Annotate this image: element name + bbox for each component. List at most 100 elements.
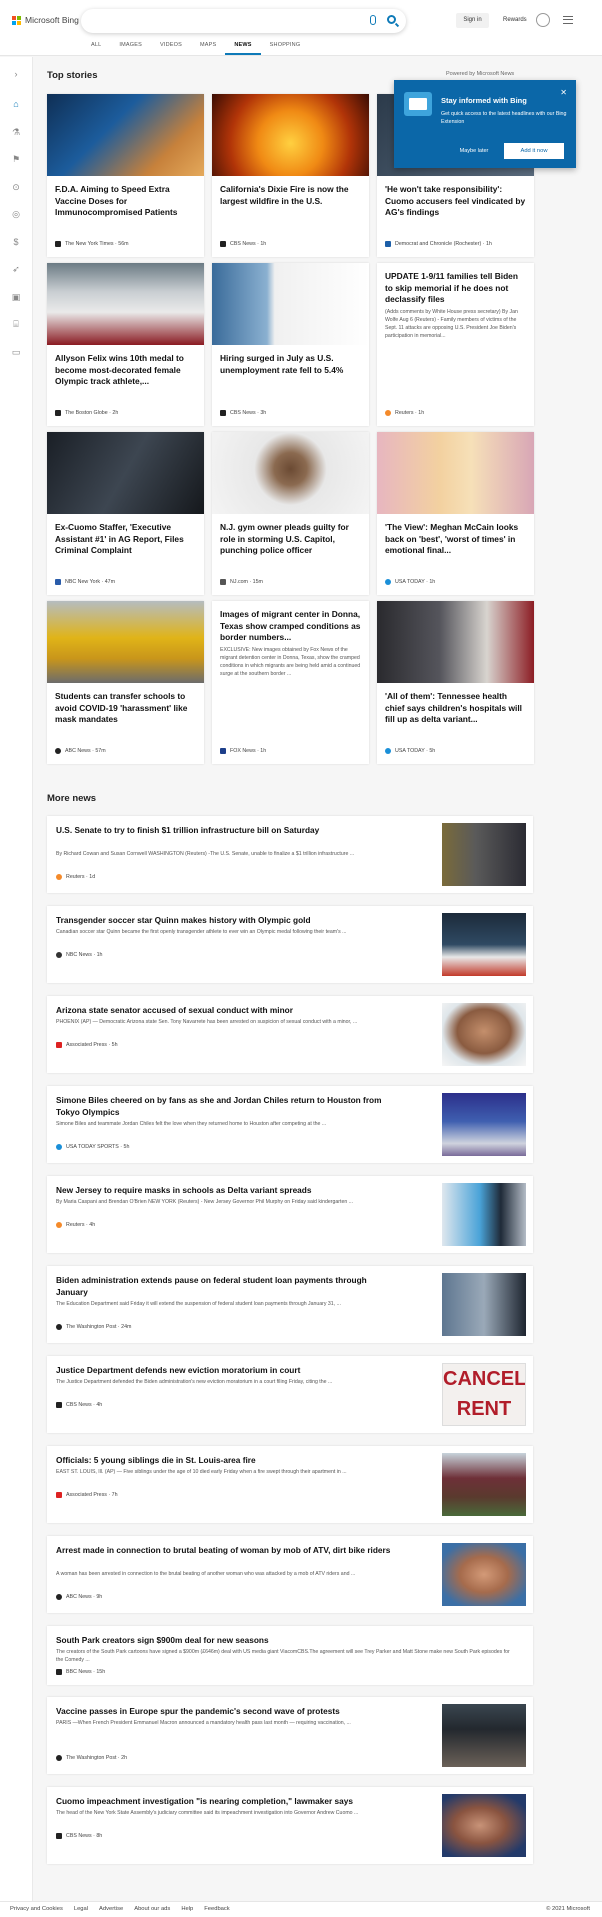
news-title[interactable]: U.S. Senate to try to finish $1 trillion… (56, 825, 396, 837)
news-item[interactable]: Justice Department defends new eviction … (47, 1356, 533, 1433)
story-title[interactable]: 'He won't take responsibility': Cuomo ac… (385, 184, 527, 219)
news-item[interactable]: Vaccine passes in Europe spur the pandem… (47, 1697, 533, 1774)
story-title[interactable]: Hiring surged in July as U.S. unemployme… (220, 353, 362, 376)
news-title[interactable]: Justice Department defends new eviction … (56, 1365, 396, 1377)
news-item[interactable]: Cuomo impeachment investigation "is near… (47, 1787, 533, 1864)
news-item[interactable]: Officials: 5 young siblings die in St. L… (47, 1446, 533, 1523)
tab-maps[interactable]: MAPS (191, 40, 225, 55)
story-title[interactable]: F.D.A. Aiming to Speed Extra Vaccine Dos… (55, 184, 197, 219)
story-title[interactable]: Allyson Felix wins 10th medal to become … (55, 353, 197, 388)
film-icon[interactable]: ▣ (11, 292, 21, 302)
close-icon[interactable]: ✕ (560, 88, 567, 97)
tab-shopping[interactable]: SHOPPING (261, 40, 310, 55)
source-logo-icon (56, 952, 62, 958)
story-card[interactable]: Hiring surged in July as U.S. unemployme… (212, 263, 369, 426)
story-card[interactable]: F.D.A. Aiming to Speed Extra Vaccine Dos… (47, 94, 204, 257)
news-item[interactable]: Transgender soccer star Quinn makes hist… (47, 906, 533, 983)
news-title[interactable]: Arizona state senator accused of sexual … (56, 1005, 396, 1017)
news-item[interactable]: New Jersey to require masks in schools a… (47, 1176, 533, 1253)
help-link[interactable]: Help (181, 1906, 193, 1912)
add-it-now-button[interactable]: Add it now (504, 143, 564, 159)
flask-icon[interactable]: ⚗ (11, 127, 21, 137)
story-title[interactable]: 'The View': Meghan McCain looks back on … (385, 522, 527, 557)
story-title[interactable]: Students can transfer schools to avoid C… (55, 691, 197, 726)
story-image (47, 432, 204, 514)
legal-link[interactable]: Legal (74, 1906, 88, 1912)
story-card[interactable]: Allyson Felix wins 10th medal to become … (47, 263, 204, 426)
globe-icon[interactable]: ◎ (11, 209, 21, 219)
story-card[interactable]: California's Dixie Fire is now the large… (212, 94, 369, 257)
tab-images[interactable]: IMAGES (110, 40, 151, 55)
news-snippet: PHOENIX (AP) — Democratic Arizona state … (56, 1019, 358, 1025)
story-title[interactable]: California's Dixie Fire is now the large… (220, 184, 362, 207)
news-item[interactable]: U.S. Senate to try to finish $1 trillion… (47, 816, 533, 893)
microphone-icon[interactable] (370, 15, 376, 25)
story-card[interactable]: 'All of them': Tennessee health chief sa… (377, 601, 534, 764)
news-snippet: By Richard Cowan and Susan Cornwell WASH… (56, 851, 355, 857)
source-logo-icon (56, 1222, 62, 1228)
news-item[interactable]: Arrest made in connection to brutal beat… (47, 1536, 533, 1613)
news-snippet: Canadian soccer star Quinn became the fi… (56, 929, 347, 935)
source-logo-icon (56, 1833, 62, 1839)
brand-name: Microsoft Bing (25, 15, 79, 25)
news-source: CBS News · 4h (56, 1402, 102, 1408)
story-source: FOX News · 1h (220, 748, 266, 754)
feedback-link[interactable]: Feedback (204, 1906, 229, 1912)
news-image (442, 1794, 526, 1857)
rocket-icon[interactable]: ➶ (11, 264, 21, 274)
building-icon[interactable]: ⌸ (11, 319, 21, 329)
bing-logo[interactable]: Microsoft Bing (12, 15, 79, 25)
sign-in-button[interactable]: Sign in (456, 13, 489, 28)
news-item[interactable]: Simone Biles cheered on by fans as she a… (47, 1086, 533, 1163)
rewards-link[interactable]: Rewards (503, 17, 527, 23)
story-title[interactable]: 'All of them': Tennessee health chief sa… (385, 691, 527, 726)
search-input[interactable] (81, 9, 406, 33)
story-image (377, 432, 534, 514)
story-image (212, 263, 369, 345)
story-title[interactable]: N.J. gym owner pleads guilty for role in… (220, 522, 362, 557)
advertise-link[interactable]: Advertise (99, 1906, 123, 1912)
privacy-link[interactable]: Privacy and Cookies (10, 1906, 63, 1912)
news-title[interactable]: Vaccine passes in Europe spur the pandem… (56, 1706, 396, 1718)
menu-icon[interactable] (563, 16, 573, 24)
story-card[interactable]: N.J. gym owner pleads guilty for role in… (212, 432, 369, 595)
tab-news[interactable]: NEWS (225, 40, 261, 55)
news-title[interactable]: South Park creators sign $900m deal for … (56, 1635, 516, 1647)
tab-videos[interactable]: VIDEOS (151, 40, 191, 55)
story-source: Reuters · 1h (385, 410, 424, 416)
story-title[interactable]: Images of migrant center in Donna, Texas… (220, 609, 362, 644)
source-logo-icon (56, 1594, 62, 1600)
news-source: USA TODAY SPORTS · 5h (56, 1144, 129, 1150)
news-title[interactable]: Transgender soccer star Quinn makes hist… (56, 915, 396, 927)
flag-icon[interactable]: ⚑ (11, 154, 21, 164)
story-title[interactable]: Ex-Cuomo Staffer, 'Executive Assistant #… (55, 522, 197, 557)
news-title[interactable]: Officials: 5 young siblings die in St. L… (56, 1455, 396, 1467)
rewards-trophy-icon[interactable] (536, 13, 550, 27)
top-stories-heading: Top stories (47, 70, 98, 81)
story-card[interactable]: Students can transfer schools to avoid C… (47, 601, 204, 764)
maybe-later-button[interactable]: Maybe later (454, 148, 494, 154)
tab-all[interactable]: ALL (82, 40, 110, 55)
story-source: The New York Times · 56m (55, 241, 129, 247)
story-card[interactable]: UPDATE 1-9/11 families tell Biden to ski… (377, 263, 534, 426)
news-item[interactable]: South Park creators sign $900m deal for … (47, 1626, 533, 1685)
news-title[interactable]: Cuomo impeachment investigation "is near… (56, 1796, 396, 1808)
news-item[interactable]: Arizona state senator accused of sexual … (47, 996, 533, 1073)
story-title[interactable]: UPDATE 1-9/11 families tell Biden to ski… (385, 271, 527, 306)
story-card[interactable]: Ex-Cuomo Staffer, 'Executive Assistant #… (47, 432, 204, 595)
search-icon[interactable] (387, 15, 396, 24)
money-icon[interactable]: $ (11, 237, 21, 247)
location-icon[interactable]: ⊙ (11, 182, 21, 192)
news-item[interactable]: Biden administration extends pause on fe… (47, 1266, 533, 1343)
story-card[interactable]: 'The View': Meghan McCain looks back on … (377, 432, 534, 595)
news-title[interactable]: New Jersey to require masks in schools a… (56, 1185, 396, 1197)
news-title[interactable]: Simone Biles cheered on by fans as she a… (56, 1095, 396, 1118)
news-title[interactable]: Biden administration extends pause on fe… (56, 1275, 396, 1298)
expand-icon[interactable]: › (11, 69, 21, 79)
news-title[interactable]: Arrest made in connection to brutal beat… (56, 1545, 396, 1557)
footer-links: Privacy and Cookies Legal Advertise Abou… (10, 1906, 230, 1912)
story-card[interactable]: Images of migrant center in Donna, Texas… (212, 601, 369, 764)
about-ads-link[interactable]: About our ads (134, 1906, 170, 1912)
home-icon[interactable]: ⌂ (11, 99, 21, 109)
card-icon[interactable]: ▭ (11, 347, 21, 357)
